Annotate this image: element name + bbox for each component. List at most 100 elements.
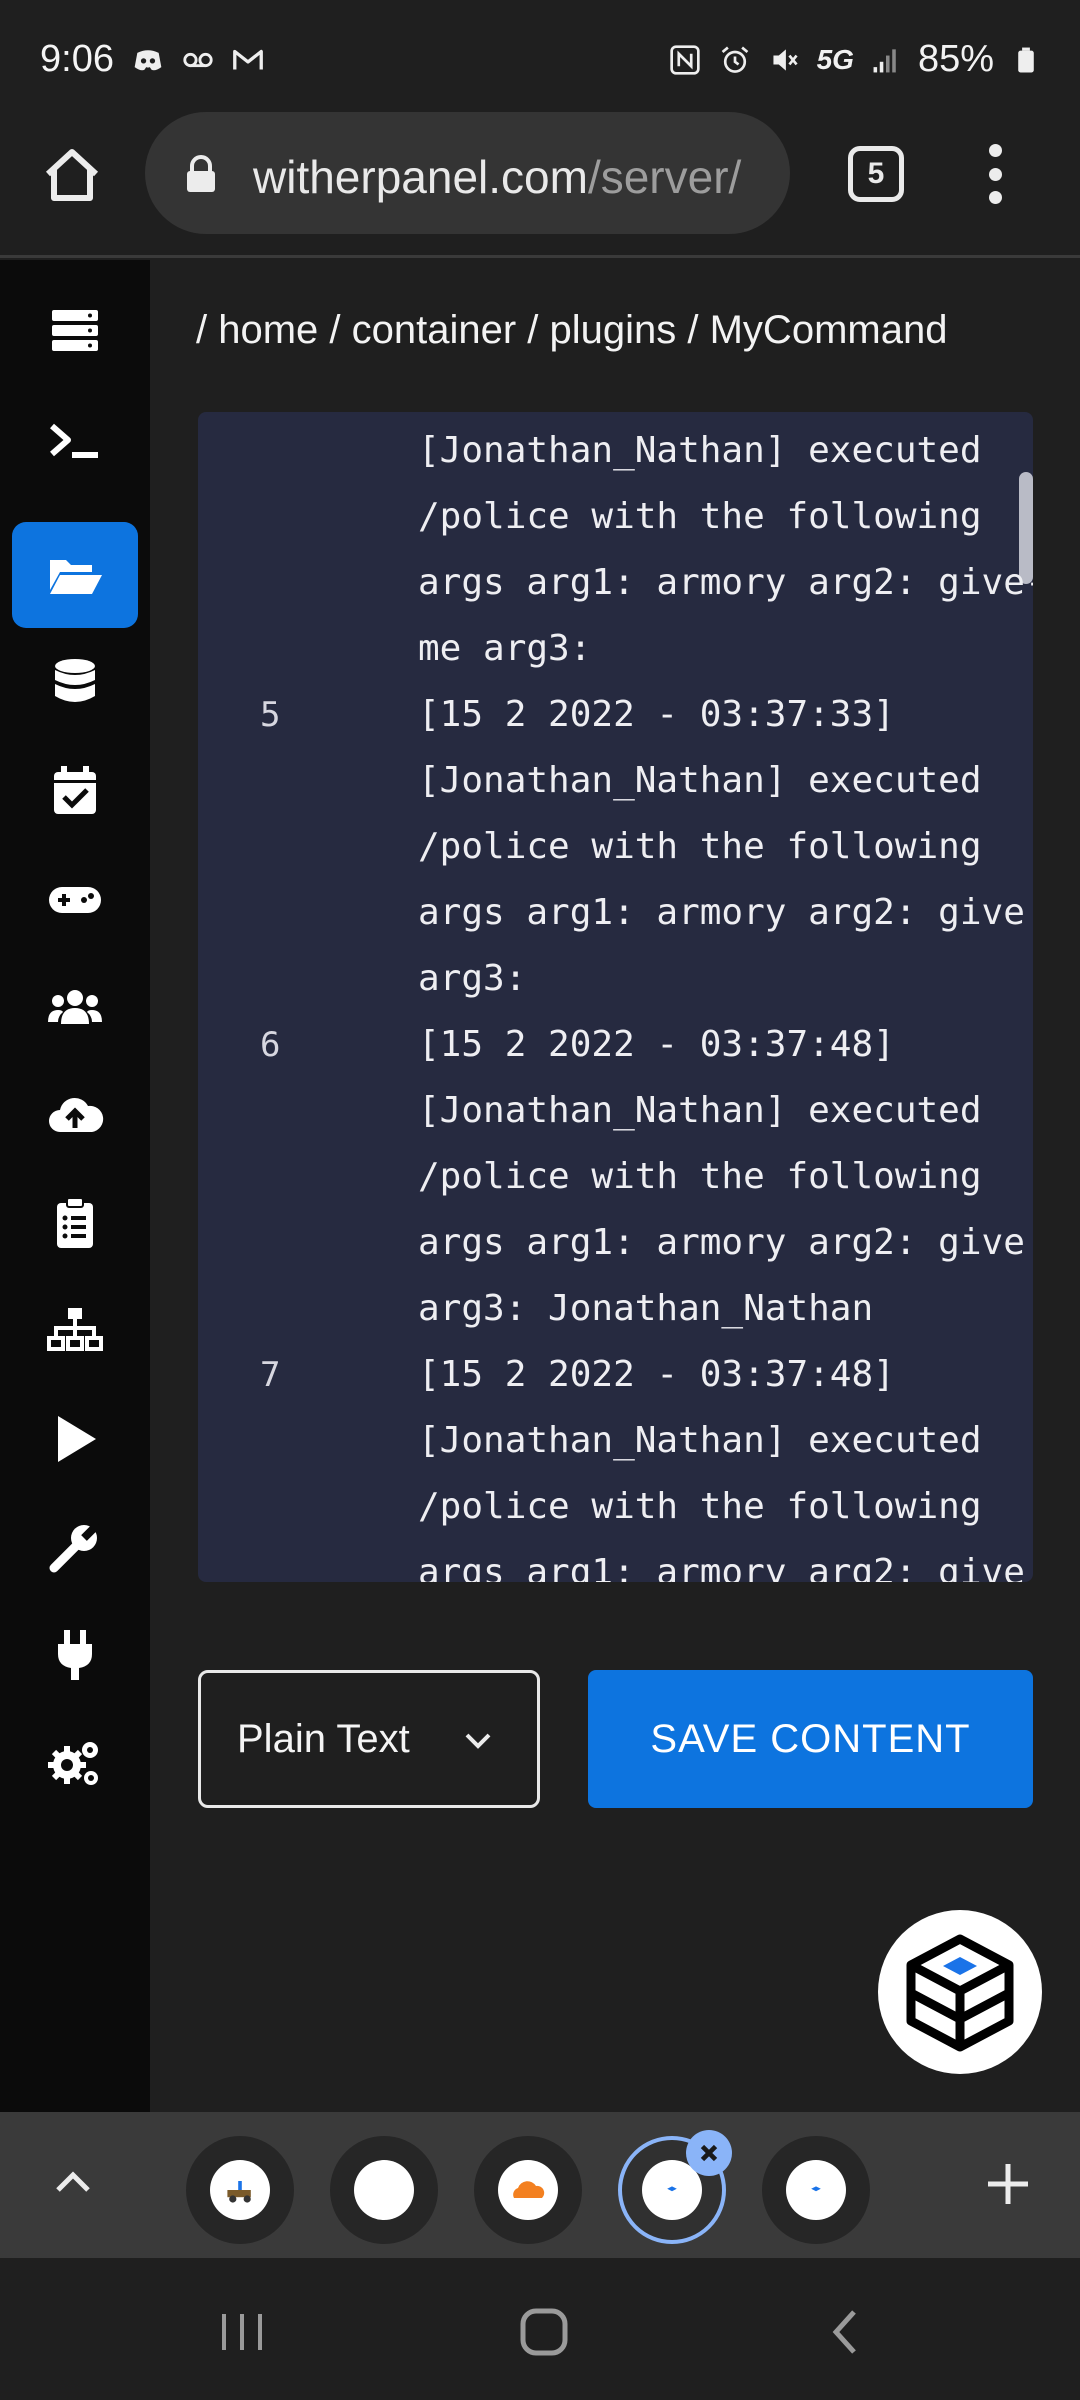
code-line[interactable]: args arg1: armory arg2: give <box>198 1540 1033 1582</box>
nav-plugins[interactable] <box>12 1602 138 1708</box>
signal-icon <box>868 42 904 78</box>
tab-switcher-button[interactable]: 5 <box>848 146 904 202</box>
code-editor[interactable]: [Jonathan_Nathan] executed/police with t… <box>198 412 1033 1582</box>
system-navigation-bar <box>0 2258 1080 2400</box>
code-line[interactable]: 5 [15 2 2022 - 03:37:33] <box>198 682 1033 748</box>
nav-backups[interactable] <box>12 1062 138 1168</box>
users-icon <box>48 990 102 1024</box>
nav-databases[interactable] <box>12 630 138 736</box>
code-line[interactable]: 6 [15 2 2022 - 03:37:48] <box>198 1012 1033 1078</box>
database-icon <box>55 659 95 702</box>
url-domain: witherpanel.com <box>253 151 588 203</box>
address-bar[interactable]: witherpanel.com/server/ <box>145 112 790 234</box>
new-tab-icon[interactable] <box>982 2158 1034 2210</box>
floating-action-button[interactable] <box>878 1910 1042 2074</box>
line-number: 7 <box>260 1355 281 1395</box>
battery-percent: 85% <box>917 38 994 80</box>
save-content-button[interactable]: SAVE CONTENT <box>588 1670 1033 1808</box>
nav-logs[interactable] <box>12 1170 138 1276</box>
browser-toolbar: witherpanel.com/server/ 5 <box>0 108 1080 258</box>
code-line[interactable]: me arg3: <box>198 616 1033 682</box>
tab-thumbnail[interactable] <box>330 2136 438 2244</box>
cloudflare-icon <box>498 2160 558 2220</box>
code-line[interactable]: arg3: <box>198 946 1033 1012</box>
status-time: 9:06 <box>40 38 114 80</box>
lock-icon <box>187 155 215 192</box>
nav-servers[interactable] <box>12 278 138 384</box>
gamepad-icon <box>49 887 101 913</box>
nfc-icon <box>667 42 703 78</box>
code-line[interactable]: arg3: Jonathan_Nathan <box>198 1276 1033 1342</box>
discord-icon <box>130 42 166 78</box>
code-line[interactable]: /police with the following <box>198 484 1033 550</box>
nav-console[interactable] <box>12 388 138 494</box>
code-text: /police with the following <box>418 1486 982 1527</box>
nav-advanced[interactable] <box>12 1710 138 1816</box>
code-line[interactable]: [Jonathan_Nathan] executed <box>198 418 1033 484</box>
home-nav-icon[interactable] <box>514 2302 574 2362</box>
code-text: [15 2 2022 - 03:37:33] <box>418 694 895 735</box>
code-text: /police with the following <box>418 826 982 867</box>
nav-players[interactable] <box>12 846 138 952</box>
code-line[interactable]: [Jonathan_Nathan] executed <box>198 748 1033 814</box>
code-line[interactable]: [Jonathan_Nathan] executed <box>198 1408 1033 1474</box>
site-favicon <box>210 2160 270 2220</box>
code-line[interactable]: /police with the following <box>198 814 1033 880</box>
notification-icons <box>130 42 266 78</box>
sidebar-nav <box>0 260 150 2112</box>
code-text: arg3: <box>418 958 527 999</box>
code-line[interactable]: args arg1: armory arg2: give <box>198 1210 1033 1276</box>
code-line[interactable]: [Jonathan_Nathan] executed <box>198 1078 1033 1144</box>
code-line[interactable]: /police with the following <box>198 1144 1033 1210</box>
tab-thumbnail[interactable] <box>762 2136 870 2244</box>
battery-icon <box>1008 42 1044 78</box>
voicemail-icon <box>180 42 216 78</box>
tab-thumbnail[interactable] <box>474 2136 582 2244</box>
home-button[interactable] <box>40 142 104 206</box>
cube-logo-icon <box>906 1934 1014 2052</box>
close-icon <box>700 2144 718 2162</box>
code-line[interactable]: args arg1: armory arg2: give- <box>198 550 1033 616</box>
nav-network[interactable] <box>12 1278 138 1384</box>
server-icon <box>52 310 98 351</box>
code-text: [Jonathan_Nathan] executed <box>418 760 982 801</box>
folder-open-icon <box>50 560 102 594</box>
cogs-icon <box>48 1742 98 1785</box>
code-text: [Jonathan_Nathan] executed <box>418 1420 982 1461</box>
chevron-up-icon[interactable] <box>48 2158 98 2208</box>
clipboard-list-icon <box>57 1197 93 1248</box>
close-tab-button[interactable] <box>686 2130 732 2176</box>
recent-apps-icon[interactable] <box>212 2302 272 2362</box>
tab-strip <box>0 2112 1080 2258</box>
home-icon <box>45 149 99 201</box>
wrench-icon <box>49 1521 101 1573</box>
file-editor-page: / home / container / plugins / MyCommand… <box>150 260 1080 2112</box>
code-text: me arg3: <box>418 628 592 669</box>
url-path: /server/ <box>587 151 742 203</box>
network-icon <box>47 1308 103 1351</box>
code-text: args arg1: armory arg2: give <box>418 1222 1025 1263</box>
nav-schedules[interactable] <box>12 738 138 844</box>
nav-settings[interactable] <box>12 1494 138 1600</box>
alarm-icon <box>717 42 753 78</box>
nav-startup[interactable] <box>12 1386 138 1492</box>
tab-thumbnail-current[interactable] <box>618 2130 732 2244</box>
nav-files[interactable] <box>12 522 138 628</box>
back-icon[interactable] <box>816 2302 876 2362</box>
tab-count: 5 <box>867 157 885 190</box>
code-line[interactable]: args arg1: armory arg2: give <box>198 880 1033 946</box>
tab-thumbnail[interactable] <box>186 2136 294 2244</box>
browser-menu-button[interactable] <box>980 144 1010 204</box>
code-line[interactable]: 7 [15 2 2022 - 03:37:48] <box>198 1342 1033 1408</box>
language-select[interactable]: Plain Text <box>198 1670 540 1808</box>
cloud-upload-icon <box>49 1097 104 1132</box>
blank-favicon <box>354 2160 414 2220</box>
code-line[interactable]: /police with the following <box>198 1474 1033 1540</box>
code-text: [Jonathan_Nathan] executed <box>418 1090 982 1131</box>
site-favicon <box>786 2160 846 2220</box>
code-text: args arg1: armory arg2: give- <box>418 562 1033 603</box>
breadcrumb[interactable]: / home / container / plugins / MyCommand <box>196 308 947 353</box>
nav-users[interactable] <box>12 954 138 1060</box>
plug-icon <box>58 1630 92 1680</box>
code-text: /police with the following <box>418 496 982 537</box>
